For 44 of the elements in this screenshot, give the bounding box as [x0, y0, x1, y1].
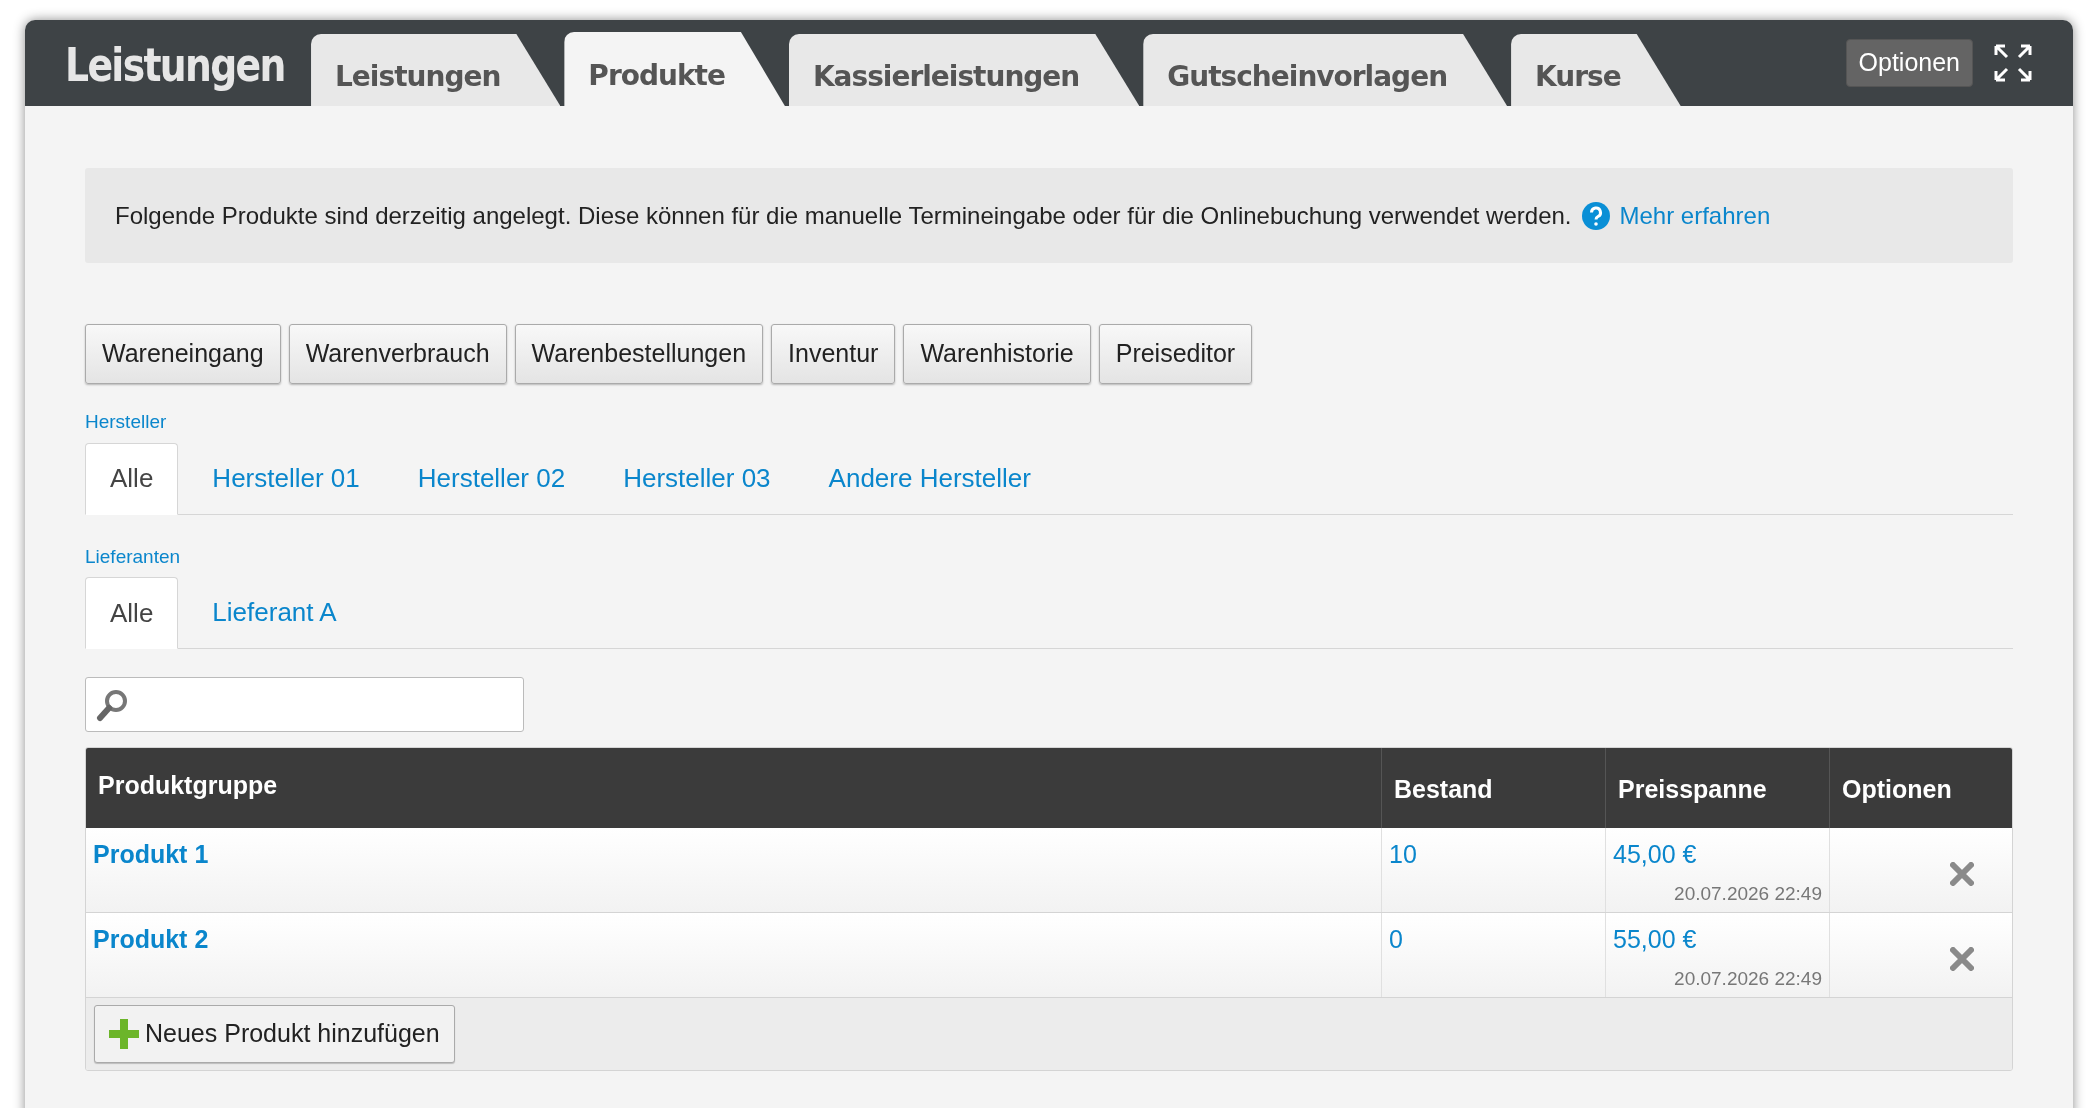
- price-cell-text: 45,00 €: [1613, 839, 1697, 870]
- learn-more-link[interactable]: Mehr erfahren: [1619, 197, 1771, 234]
- filter-tab[interactable]: Hersteller 01: [188, 442, 384, 514]
- header-tab[interactable]: Kassierleistungen: [788, 34, 1140, 106]
- column-header: Preisspanne: [1618, 774, 1767, 806]
- page-title: Leistungen: [65, 36, 285, 94]
- filter-tab[interactable]: Lieferant A: [188, 577, 361, 648]
- search-field[interactable]: [85, 677, 524, 732]
- toolbar-button[interactable]: Warenhistorie: [903, 324, 1091, 384]
- filter-tab[interactable]: Hersteller 02: [393, 442, 590, 514]
- column-header: Optionen: [1842, 774, 1952, 806]
- stock-cell: 10: [1389, 840, 1417, 868]
- header-tab[interactable]: Gutscheinvorlagen: [1143, 34, 1508, 106]
- price-cell-text: 55,00 €: [1613, 924, 1697, 955]
- header-tab[interactable]: Produkte: [564, 32, 785, 106]
- delete-icon[interactable]: [1950, 947, 1974, 971]
- options-button[interactable]: Optionen: [1845, 39, 1973, 87]
- product-link[interactable]: Produkt 1: [93, 840, 209, 868]
- plus-icon: [109, 1019, 139, 1049]
- header-tab[interactable]: Kurse: [1511, 34, 1681, 106]
- search-icon: [96, 687, 130, 722]
- stock-cell: 0: [1389, 925, 1403, 953]
- toolbar-button[interactable]: Warenverbrauch: [288, 324, 507, 384]
- filter-label: Lieferanten: [85, 544, 182, 569]
- add-product-button[interactable]: Neues Produkt hinzufügen: [94, 1005, 455, 1063]
- updated-date: 20.07.2026 22:49: [1674, 966, 1822, 991]
- filter-label: Hersteller: [85, 410, 168, 434]
- filter-tab[interactable]: Alle: [85, 442, 179, 515]
- product-link[interactable]: Produkt 2: [93, 925, 209, 953]
- toolbar-button[interactable]: Inventur: [771, 324, 896, 384]
- column-header: Produktgruppe: [98, 770, 278, 802]
- toolbar-button[interactable]: Wareneingang: [85, 324, 281, 384]
- filter-tab[interactable]: Andere Hersteller: [804, 442, 1055, 514]
- delete-icon[interactable]: [1950, 862, 1974, 886]
- help-icon[interactable]: [1581, 201, 1610, 230]
- filter-tab[interactable]: Alle: [85, 577, 179, 649]
- header-tab[interactable]: Leistungen: [311, 34, 561, 106]
- info-text: Folgende Produkte sind derzeitig angelegt. Diese können für die manuelle Termineingabe oder für die Onlinebuchung verwendet werden.: [115, 200, 1572, 231]
- fullscreen-icon[interactable]: [1993, 43, 2033, 83]
- updated-date: 20.07.2026 22:49: [1674, 881, 1822, 906]
- filter-tab[interactable]: Hersteller 03: [599, 442, 795, 514]
- column-header: Bestand: [1394, 774, 1493, 806]
- toolbar-button[interactable]: Warenbestellungen: [514, 324, 764, 384]
- toolbar-button[interactable]: Preiseditor: [1098, 324, 1253, 384]
